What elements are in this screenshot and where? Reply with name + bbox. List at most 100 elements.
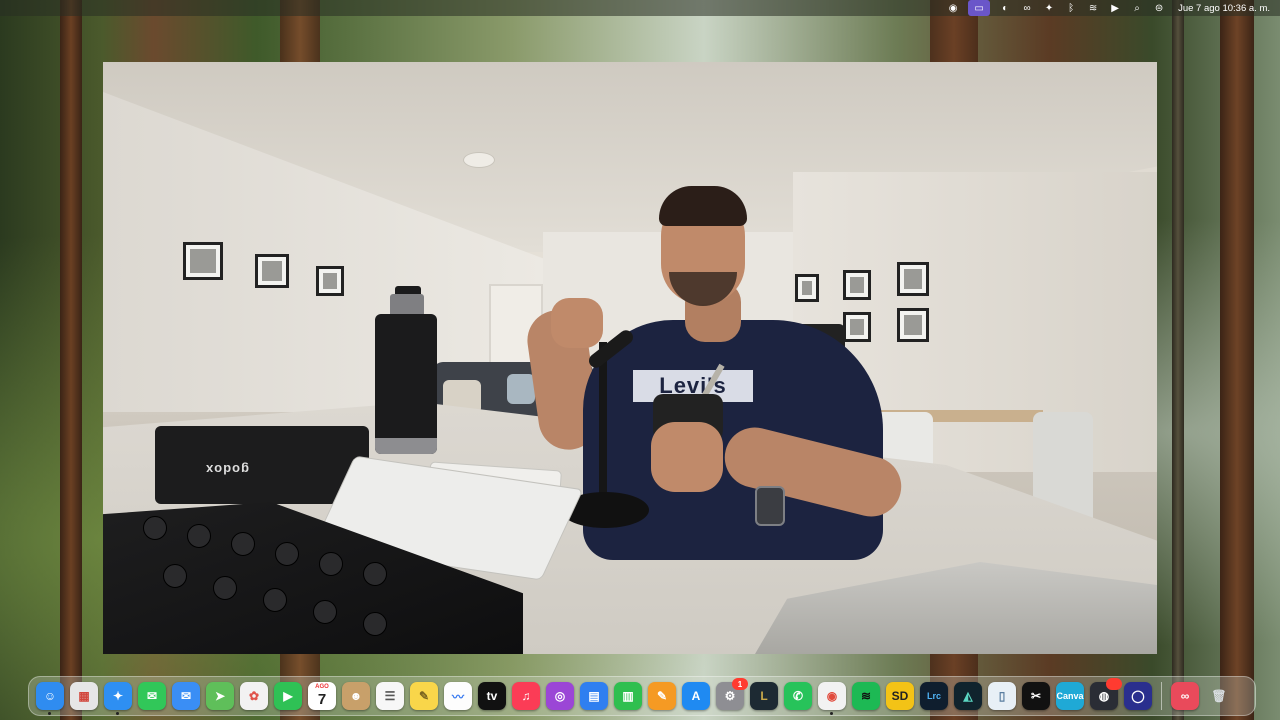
dock-app-pages[interactable]: ✎ bbox=[648, 682, 676, 710]
spotlight-search-icon[interactable]: ⌕ bbox=[1126, 0, 1148, 16]
sd-icon: SD bbox=[891, 689, 909, 703]
dock-app-alexa[interactable]: ◯ bbox=[1124, 682, 1152, 710]
dock-app-photos[interactable]: ✿ bbox=[240, 682, 268, 710]
person-hair bbox=[659, 186, 747, 226]
person-hand bbox=[651, 422, 723, 492]
wallpaper-tree bbox=[1172, 0, 1184, 720]
numbers-icon: ▥ bbox=[622, 689, 634, 703]
dock-app-keynote[interactable]: ▤ bbox=[580, 682, 608, 710]
finder-icon: ☺ bbox=[43, 689, 57, 703]
smartwatch bbox=[755, 486, 785, 526]
creative-cloud-icon[interactable]: ∞ bbox=[1016, 0, 1038, 16]
console-knob bbox=[231, 532, 255, 556]
dock-app-reminders[interactable]: ☰ bbox=[376, 682, 404, 710]
screen-record-icon[interactable]: ◉ bbox=[942, 0, 964, 16]
wall-picture-frame bbox=[183, 242, 223, 280]
app-status-icon[interactable]: ◐ bbox=[994, 0, 1016, 16]
calendar-day-label: 7 bbox=[317, 690, 327, 708]
dock-app-capcut[interactable]: ✂ bbox=[1022, 682, 1050, 710]
console-knob bbox=[143, 516, 167, 540]
menu-bar-clock[interactable]: Jue 7 ago 10:36 a. m. bbox=[1178, 3, 1270, 14]
trash-icon: 🗑 bbox=[1211, 689, 1227, 703]
thermos-base bbox=[375, 438, 437, 454]
dock-app-app-store[interactable]: A bbox=[682, 682, 710, 710]
dock-app-apple-tv[interactable]: tv bbox=[478, 682, 506, 710]
alexa-icon: ◯ bbox=[1131, 689, 1145, 703]
cushion bbox=[507, 374, 535, 404]
dock-separator bbox=[1161, 682, 1162, 710]
notification-badge bbox=[1106, 678, 1122, 690]
safari-icon: ✦ bbox=[112, 689, 124, 703]
ceiling-light bbox=[463, 152, 495, 168]
wifi-icon[interactable]: ≋ bbox=[1082, 0, 1104, 16]
canva-icon: Canva bbox=[1056, 691, 1084, 701]
wall-picture-frame bbox=[897, 262, 929, 296]
wall-picture-frame bbox=[316, 266, 344, 296]
dock-app-chrome[interactable]: ◉ bbox=[818, 682, 846, 715]
dock-app-calendar[interactable]: AGO 7 bbox=[308, 682, 336, 710]
menu-bar: ◉ ▭ ◐ ∞ ✦ ᛒ ≋ ▶ ⌕ ⊜ Jue 7 ago 10:36 a. m. bbox=[0, 0, 1280, 16]
console-knob bbox=[363, 612, 387, 636]
wall-picture-frame bbox=[897, 308, 929, 342]
status-bar: ◉ ▭ ◐ ∞ ✦ ᛒ ≋ ▶ ⌕ ⊜ Jue 7 ago 10:36 a. m. bbox=[942, 0, 1270, 16]
control-center-icon[interactable]: ⊜ bbox=[1148, 0, 1170, 16]
console-knob bbox=[213, 576, 237, 600]
creative-cloud-icon: ∞ bbox=[1180, 689, 1190, 703]
podcasts-icon: ◎ bbox=[554, 689, 566, 703]
desktop: ◉ ▭ ◐ ∞ ✦ ᛒ ≋ ▶ ⌕ ⊜ Jue 7 ago 10:36 a. m. Levi's bbox=[0, 0, 1280, 720]
bluetooth-icon[interactable]: ᛒ bbox=[1060, 0, 1082, 16]
dock-app-notes[interactable]: ✎ bbox=[410, 682, 438, 710]
dock-app-lightroom-classic[interactable]: Lrc bbox=[920, 682, 948, 710]
console-knob bbox=[319, 552, 343, 576]
photos-icon: ✿ bbox=[248, 689, 260, 703]
now-playing-icon[interactable]: ▶ bbox=[1104, 0, 1126, 16]
apple-tv-icon: tv bbox=[486, 689, 498, 703]
contacts-icon: ☻ bbox=[349, 689, 363, 703]
league-of-legends-icon: L bbox=[760, 689, 768, 703]
dock-app-whatsapp[interactable]: ✆ bbox=[784, 682, 812, 710]
calendar-month-label: AGO bbox=[315, 684, 329, 690]
console-knob bbox=[275, 542, 299, 566]
dock-app-spotify[interactable]: ≋ bbox=[852, 682, 880, 710]
dock-app-system-settings[interactable]: ⚙ 1 bbox=[716, 678, 748, 710]
camera-preview-window[interactable]: Levi's godox bbox=[103, 62, 1157, 654]
dock-app-safari[interactable]: ✦ bbox=[104, 682, 132, 715]
dock-app-sd[interactable]: SD bbox=[886, 682, 914, 710]
obs-icon: ◍ bbox=[1098, 689, 1110, 703]
dock-app-trash[interactable]: 🗑 bbox=[1205, 682, 1233, 710]
app-badge-icon[interactable]: ✦ bbox=[1038, 0, 1060, 16]
mail-icon: ✉ bbox=[180, 689, 192, 703]
system-settings-icon: ⚙ bbox=[724, 689, 736, 703]
dock-app-mail[interactable]: ✉ bbox=[172, 682, 200, 710]
pages-icon: ✎ bbox=[656, 689, 668, 703]
running-indicator bbox=[116, 712, 119, 715]
dock-app-contacts[interactable]: ☻ bbox=[342, 682, 370, 710]
dock-app-facetime[interactable]: ▶ bbox=[274, 682, 302, 710]
capcut-icon: ✂ bbox=[1030, 689, 1042, 703]
wall-picture-frame bbox=[843, 312, 871, 342]
dock-app-creative-cloud[interactable]: ∞ bbox=[1171, 682, 1199, 710]
messages-icon: ✉ bbox=[146, 689, 158, 703]
dock-app-finder[interactable]: ☺ bbox=[36, 682, 64, 715]
facetime-icon: ▶ bbox=[283, 689, 293, 703]
dock-app-league-of-legends[interactable]: L bbox=[750, 682, 778, 710]
dock-app-music[interactable]: ♫ bbox=[512, 682, 540, 710]
dock-app-obs[interactable]: ◍ bbox=[1090, 678, 1122, 710]
keynote-icon: ▤ bbox=[588, 689, 600, 703]
dock-app-podcasts[interactable]: ◎ bbox=[546, 682, 574, 710]
dock-app-launchpad[interactable]: ▦ bbox=[70, 682, 98, 710]
screen-mirroring-icon[interactable]: ▭ bbox=[968, 0, 991, 16]
wall-picture-frame bbox=[795, 274, 819, 302]
notes-icon: ✎ bbox=[418, 689, 430, 703]
dock-app-canva[interactable]: Canva bbox=[1056, 682, 1084, 710]
dock-app-freeform[interactable]: 〰 bbox=[444, 682, 472, 710]
dock-app-numbers[interactable]: ▥ bbox=[614, 682, 642, 710]
dock-app-messages[interactable]: ✉ bbox=[138, 682, 166, 710]
spotify-icon: ≋ bbox=[860, 689, 872, 703]
chrome-icon: ◉ bbox=[826, 689, 838, 703]
dock-app-affinity[interactable]: ◭ bbox=[954, 682, 982, 710]
dock-app-iphone-mirroring[interactable]: ▯ bbox=[988, 682, 1016, 710]
console-knob bbox=[263, 588, 287, 612]
dock-app-maps[interactable]: ➤ bbox=[206, 682, 234, 710]
thermos bbox=[375, 314, 437, 454]
